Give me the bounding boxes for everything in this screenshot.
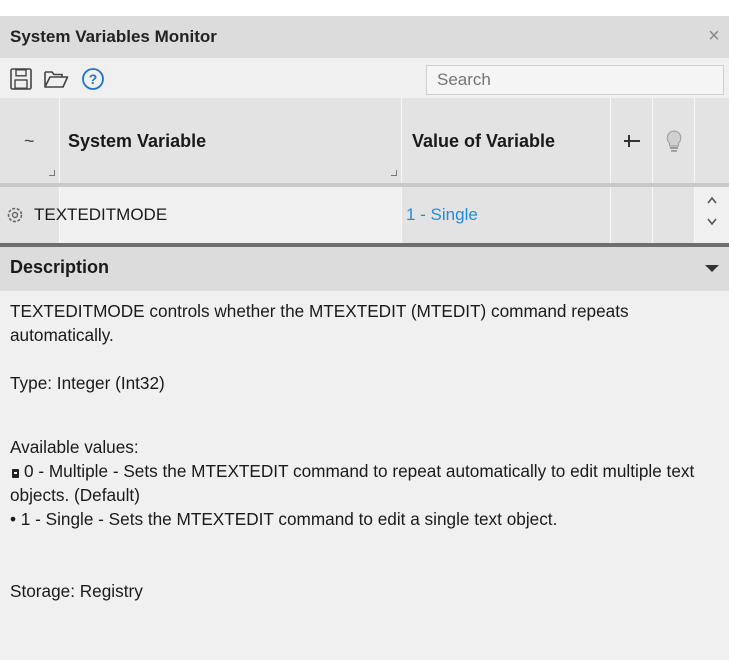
- collapse-caret-icon[interactable]: [705, 265, 719, 272]
- description-values-heading: Available values:: [10, 437, 139, 457]
- variable-value: 1 - Single: [406, 205, 478, 224]
- row-scrollbar[interactable]: [695, 187, 729, 243]
- description-value-0: 0 - Multiple - Sets the MTEXTEDIT comman…: [10, 459, 722, 507]
- description-type: Type: Integer (Int32): [10, 373, 165, 393]
- description-storage: Storage: Registry: [10, 581, 143, 601]
- column-header-flag[interactable]: ~: [0, 98, 60, 184]
- flag-column-label: ~: [24, 131, 35, 151]
- table-row[interactable]: TEXTEDITMODE 1 - Single: [0, 187, 729, 243]
- row-hint-cell: [653, 187, 695, 243]
- column-header-system-variable[interactable]: System Variable: [60, 98, 402, 184]
- column-header-hint[interactable]: [653, 98, 695, 184]
- description-body: TEXTEDITMODE controls whether the MTEXTE…: [0, 291, 729, 660]
- resize-grip-icon: [391, 170, 397, 176]
- close-icon[interactable]: ×: [703, 24, 725, 48]
- title-bar: System Variables Monitor ×: [0, 16, 729, 58]
- save-icon[interactable]: [8, 66, 34, 92]
- description-value-1: • 1 - Single - Sets the MTEXTEDIT comman…: [10, 509, 558, 529]
- bullet-icon: [12, 469, 19, 478]
- variable-name-cell[interactable]: TEXTEDITMODE: [0, 187, 402, 243]
- system-variables-monitor-panel: System Variables Monitor × ? Search ~ Sy…: [0, 16, 729, 660]
- value-column-label: Value of Variable: [412, 131, 556, 151]
- description-header[interactable]: Description: [0, 247, 729, 291]
- help-glyph: ?: [89, 71, 98, 87]
- help-icon[interactable]: ?: [80, 66, 106, 92]
- resize-grip-icon: [49, 170, 55, 176]
- toolbar: ?: [0, 58, 729, 98]
- lightbulb-icon: [664, 129, 684, 158]
- grid-header: ~ System Variable Value of Variable: [0, 98, 729, 184]
- value-0-text: 0 - Multiple - Sets the MTEXTEDIT comman…: [10, 461, 695, 505]
- description-summary: TEXTEDITMODE controls whether the MTEXTE…: [10, 301, 629, 345]
- column-header-pin[interactable]: [611, 98, 653, 184]
- scroll-down-icon[interactable]: [695, 215, 729, 230]
- search-input[interactable]: [426, 65, 724, 95]
- row-pin-cell[interactable]: [611, 187, 653, 243]
- open-folder-icon[interactable]: [42, 66, 69, 92]
- column-header-spacer: [695, 98, 729, 184]
- description-title: Description: [10, 257, 110, 277]
- system-variable-column-label: System Variable: [68, 131, 207, 151]
- panel-title: System Variables Monitor: [10, 27, 217, 46]
- pin-icon: [622, 131, 642, 156]
- scroll-up-icon[interactable]: [695, 193, 729, 208]
- variable-name: TEXTEDITMODE: [34, 205, 168, 224]
- column-header-value[interactable]: Value of Variable: [402, 98, 611, 184]
- variable-value-cell[interactable]: 1 - Single: [402, 187, 611, 243]
